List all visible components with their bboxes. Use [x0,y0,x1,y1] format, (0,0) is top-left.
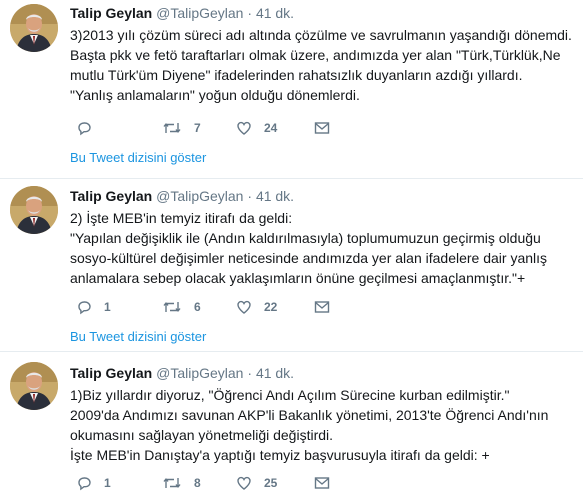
tweet[interactable]: Talip Geylan @TalipGeylan · 41 dk. 3)201… [0,0,583,179]
retweet-button[interactable]: 8 [162,473,201,493]
tweet-text-line: 1)Biz yıllardır diyoruz, "Öğrenci Andı A… [70,387,510,403]
reply-button[interactable]: 1 [76,297,111,317]
show-thread-link[interactable]: Bu Tweet dizisini göster [70,329,206,344]
tweet-text-line: anlamalara sebep olacak yaklaşımların ön… [70,270,526,286]
tweet-text-line: Başta pkk ve fetö taraftarları olmak üze… [70,47,561,63]
direct-message-button[interactable] [314,473,330,493]
heart-icon [237,476,251,490]
retweet-button[interactable]: 7 [162,118,201,138]
like-button[interactable]: 22 [236,297,277,317]
direct-message-button[interactable] [314,297,330,317]
envelope-icon [314,477,330,489]
like-button[interactable]: 25 [236,473,277,493]
tweet-timestamp[interactable]: 41 dk. [256,365,294,381]
separator-dot: · [247,188,253,204]
retweet-button[interactable]: 6 [162,297,201,317]
tweet[interactable]: Talip Geylan @TalipGeylan · 41 dk. 2) İş… [0,179,583,352]
tweet-text: 3)2013 yılı çözüm süreci adı altında çöz… [70,25,579,105]
envelope-icon [314,122,330,134]
author-handle[interactable]: @TalipGeylan [156,5,243,21]
avatar[interactable] [10,362,58,410]
avatar[interactable] [10,186,58,234]
tweet-text-line: 2009'da Andımızı savunan AKP'li Bakanlık… [70,407,549,423]
like-button[interactable]: 24 [236,118,277,138]
author-name[interactable]: Talip Geylan [70,188,152,204]
like-count: 22 [264,300,278,314]
tweet-timestamp[interactable]: 41 dk. [256,188,294,204]
show-thread-link[interactable]: Bu Tweet dizisini göster [70,150,206,165]
retweet-count: 7 [194,121,201,135]
author-name[interactable]: Talip Geylan [70,5,152,21]
tweet-text-line: 3)2013 yılı çözüm süreci adı altında çöz… [70,27,572,43]
envelope-icon [314,301,330,313]
like-count: 25 [264,476,278,490]
heart-icon [237,121,251,135]
like-count: 24 [264,121,278,135]
tweet-text-line: "Yapılan değişiklik ile (Andın kaldırılm… [70,230,541,246]
reply-button[interactable]: 1 [76,473,111,493]
tweet-text-line: okumasını sağlayan yönetmeliği değiştird… [70,427,334,443]
tweet-text-line: mutlu Türk'üm Diyene" ifadelerinden raha… [70,67,523,83]
reply-button[interactable] [76,118,104,138]
author-handle[interactable]: @TalipGeylan [156,188,243,204]
heart-icon [237,300,251,314]
retweet-count: 8 [194,476,201,490]
tweet-text-line: İşte MEB'in Danıştay'a yaptığı temyiz ba… [70,447,490,463]
separator-dot: · [247,5,253,21]
tweet-text-line: 2) İşte MEB'in temyiz itirafı da geldi: [70,210,293,226]
author-name[interactable]: Talip Geylan [70,365,152,381]
retweet-icon [163,478,181,488]
avatar[interactable] [10,4,58,52]
tweet-text-line: "Yanlış anlamaların" yoğun olduğu döneml… [70,87,360,103]
reply-count: 1 [104,300,111,314]
reply-icon [78,477,91,491]
tweet-text-line: sosyo-kültürel değişimler neticesinde an… [70,250,548,266]
direct-message-button[interactable] [314,118,330,138]
retweet-icon [163,302,181,312]
author-handle[interactable]: @TalipGeylan [156,365,243,381]
tweet-text: 2) İşte MEB'in temyiz itirafı da geldi: … [70,208,579,288]
reply-icon [78,301,91,315]
separator-dot: · [247,365,253,381]
tweet-text: 1)Biz yıllardır diyoruz, "Öğrenci Andı A… [70,385,579,465]
retweet-icon [163,123,181,133]
tweet-timestamp[interactable]: 41 dk. [256,5,294,21]
reply-icon [78,122,91,136]
reply-count: 1 [104,476,111,490]
retweet-count: 6 [194,300,201,314]
tweet[interactable]: Talip Geylan @TalipGeylan · 41 dk. 1)Biz… [0,352,583,499]
